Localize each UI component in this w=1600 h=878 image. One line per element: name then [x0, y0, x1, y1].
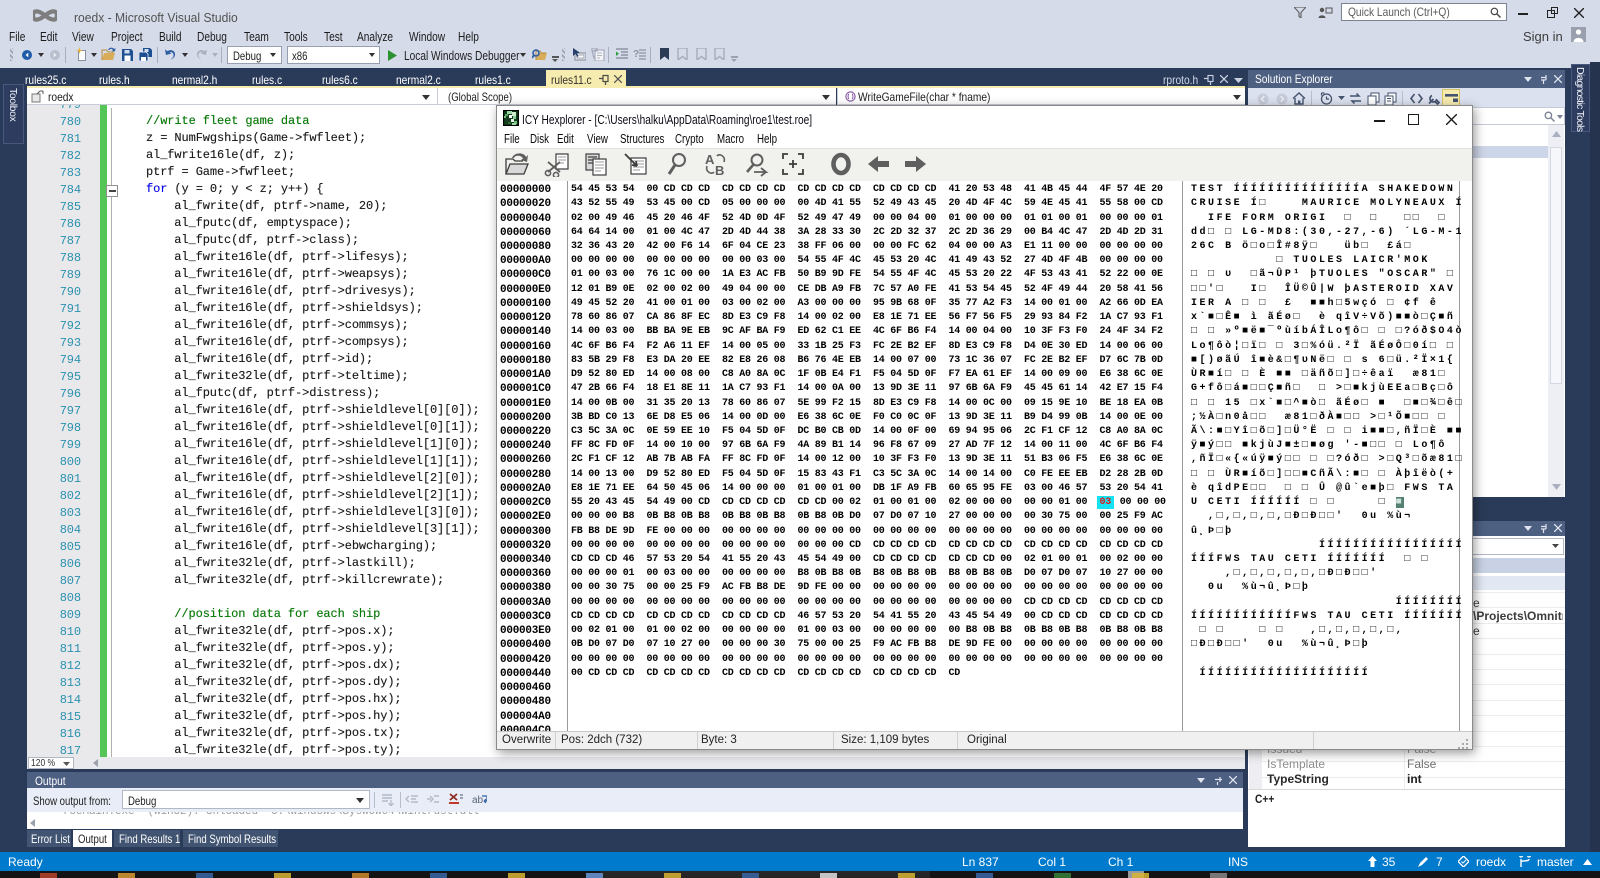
svg-text:?: ?: [633, 49, 639, 60]
svg-text:B: B: [715, 163, 724, 177]
svg-text:ab: ab: [472, 795, 484, 806]
svg-text:A: A: [705, 152, 715, 167]
